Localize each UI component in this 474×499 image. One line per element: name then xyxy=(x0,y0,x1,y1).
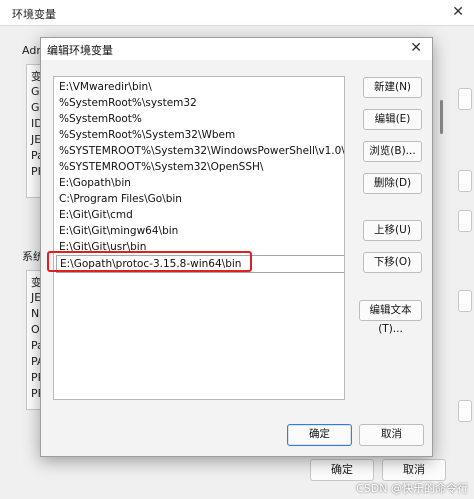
list-item[interactable]: E:\Gopath\bin xyxy=(59,175,131,191)
move-down-button[interactable]: 下移(O) xyxy=(363,252,422,273)
list-item[interactable]: C:\Program Files\Go\bin xyxy=(59,191,182,207)
list-item[interactable]: %SystemRoot%\System32\Wbem xyxy=(59,127,235,143)
list-item[interactable]: E:\Git\Git\mingw64\bin xyxy=(59,223,178,239)
annotation-highlight-box xyxy=(47,251,252,272)
watermark: CSDN @快乐的命令行 xyxy=(356,482,468,495)
list-item[interactable]: E:\VMwaredir\bin\ xyxy=(59,79,152,95)
dialog-titlebar: 编辑环境变量 ✕ xyxy=(41,38,432,60)
parent-side-button[interactable] xyxy=(458,400,472,422)
list-item[interactable]: %SYSTEMROOT%\System32\WindowsPowerShell\… xyxy=(59,143,344,159)
move-up-button[interactable]: 上移(U) xyxy=(363,220,422,241)
list-item[interactable]: E:\Git\Git\cmd xyxy=(59,207,133,223)
env-vars-title: 环境变量 xyxy=(12,8,56,21)
list-item[interactable]: %SystemRoot%\system32 xyxy=(59,95,197,111)
edit-env-var-dialog: 编辑环境变量 ✕ E:\VMwaredir\bin\ %SystemRoot%\… xyxy=(40,37,433,457)
cancel-button[interactable]: 取消 xyxy=(359,424,424,446)
parent-side-button[interactable] xyxy=(458,88,472,110)
close-icon[interactable]: ✕ xyxy=(452,4,464,20)
edit-button[interactable]: 编辑(E) xyxy=(363,109,422,130)
list-item[interactable]: %SYSTEMROOT%\System32\OpenSSH\ xyxy=(59,159,263,175)
parent-right-edge xyxy=(456,40,474,460)
edit-text-button[interactable]: 编辑文本(T)... xyxy=(359,300,422,335)
new-button[interactable]: 新建(N) xyxy=(363,77,422,98)
path-entries-list[interactable]: E:\VMwaredir\bin\ %SystemRoot%\system32 … xyxy=(53,76,345,400)
dialog-title: 编辑环境变量 xyxy=(47,44,113,57)
browse-button[interactable]: 浏览(B)... xyxy=(363,141,422,162)
delete-button[interactable]: 删除(D) xyxy=(363,173,422,194)
ok-button[interactable]: 确定 xyxy=(287,424,352,446)
parent-side-button[interactable] xyxy=(458,170,472,192)
parent-side-button[interactable] xyxy=(458,210,472,232)
close-icon[interactable]: ✕ xyxy=(410,40,422,56)
list-item[interactable]: %SystemRoot% xyxy=(59,111,142,127)
env-vars-titlebar: 环境变量 ✕ xyxy=(0,0,474,26)
parent-side-button[interactable] xyxy=(458,290,472,312)
parent-ok-button[interactable]: 确定 xyxy=(310,459,374,481)
parent-cancel-button[interactable]: 取消 xyxy=(382,459,446,481)
parent-scrollbar-thumb[interactable] xyxy=(440,100,443,134)
